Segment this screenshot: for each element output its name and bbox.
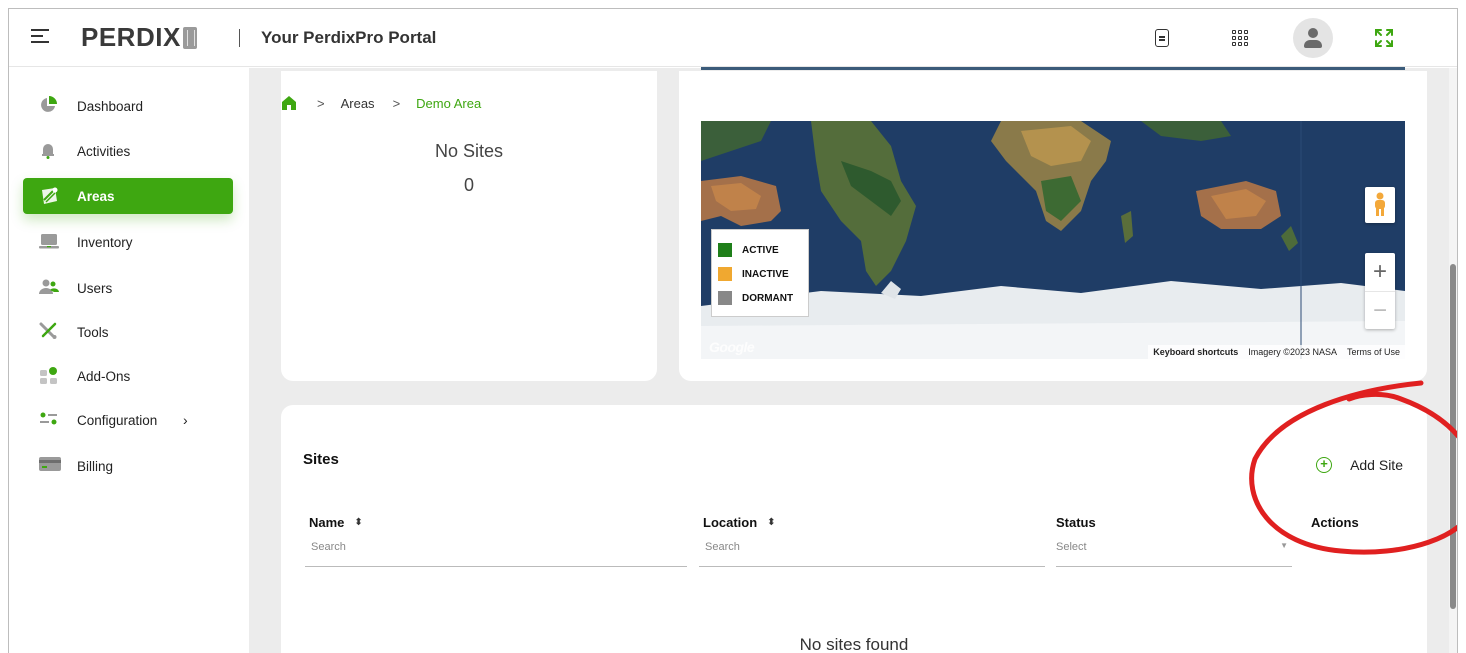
- terms-of-use-link[interactable]: Terms of Use: [1342, 347, 1405, 357]
- header-divider: [239, 29, 240, 47]
- sidebar-item-label: Inventory: [77, 234, 133, 250]
- tools-icon: [39, 322, 59, 342]
- bell-icon: [39, 141, 59, 161]
- column-label: Actions: [1311, 515, 1359, 530]
- chevron-right-icon: ›: [183, 412, 188, 428]
- users-icon: [39, 278, 59, 298]
- vertical-scrollbar[interactable]: [1449, 68, 1457, 653]
- street-view-pegman-icon[interactable]: [1365, 187, 1395, 223]
- home-icon[interactable]: [281, 95, 299, 111]
- map-zoom-control: + −: [1365, 253, 1395, 329]
- column-header-name[interactable]: Name ⬍: [309, 515, 363, 530]
- add-site-label: Add Site: [1350, 457, 1403, 473]
- sidebar-item-inventory[interactable]: Inventory: [23, 224, 233, 260]
- breadcrumb: > Areas > Demo Area: [281, 93, 481, 113]
- laptop-icon: [39, 232, 59, 252]
- sidebar-item-label: Activities: [77, 143, 131, 159]
- site-summary-card: No Sites 0: [281, 71, 657, 381]
- sidebar-item-label: Areas: [77, 188, 115, 204]
- world-map[interactable]: ACTIVE INACTIVE DORMANT + − Google Keybo…: [701, 121, 1405, 359]
- location-search-input[interactable]: Search: [699, 539, 1045, 567]
- legend-label: INACTIVE: [742, 268, 789, 280]
- sidebar-item-add-ons[interactable]: Add-Ons: [23, 358, 233, 394]
- column-label: Location: [703, 515, 758, 530]
- sidebar-item-label: Add-Ons: [77, 368, 131, 384]
- credit-card-icon: [39, 456, 61, 476]
- legend-label: DORMANT: [742, 292, 794, 304]
- google-logo: Google: [709, 339, 755, 355]
- column-header-status: Status: [1056, 515, 1096, 530]
- summary-count: 0: [463, 175, 474, 195]
- breadcrumb-separator-icon: >: [317, 95, 325, 111]
- sidebar-item-areas[interactable]: Areas: [23, 178, 233, 214]
- breadcrumb-separator-icon: >: [392, 95, 401, 111]
- legend-label: ACTIVE: [742, 244, 779, 256]
- user-avatar[interactable]: [1293, 18, 1333, 58]
- sort-icon[interactable]: ⬍: [354, 517, 362, 528]
- sidebar-item-label: Users: [77, 280, 113, 296]
- app-window: PERDIX Your PerdixPro Portal Dashboard A…: [8, 8, 1458, 653]
- map-card: ACTIVE INACTIVE DORMANT + − Google Keybo…: [679, 71, 1427, 381]
- summary-title: No Sites: [434, 141, 504, 161]
- add-circle-icon: +: [1316, 457, 1333, 473]
- legend-item-inactive: INACTIVE: [718, 262, 802, 286]
- sidebar-item-label: Tools: [77, 324, 109, 340]
- sidebar-item-label: Configuration: [77, 412, 158, 428]
- legend-swatch: [718, 291, 732, 305]
- legend-item-dormant: DORMANT: [718, 286, 802, 310]
- column-header-actions: Actions: [1311, 515, 1359, 530]
- dropdown-caret-icon: ▼: [1280, 541, 1288, 550]
- add-site-button[interactable]: + Add Site: [1316, 457, 1403, 473]
- map-legend: ACTIVE INACTIVE DORMANT: [711, 229, 809, 317]
- sidebar-item-billing[interactable]: Billing: [23, 448, 233, 484]
- pie-chart-icon: [39, 96, 59, 116]
- sidebar-item-dashboard[interactable]: Dashboard: [23, 88, 233, 124]
- sidebar-item-label: Billing: [77, 458, 114, 474]
- breadcrumb-areas[interactable]: Areas: [341, 96, 375, 111]
- map-footer: Keyboard shortcuts Imagery ©2023 NASA Te…: [1148, 345, 1405, 359]
- status-select-value: Select: [1056, 541, 1087, 553]
- name-search-input[interactable]: Search: [305, 539, 687, 567]
- add-ons-icon: [39, 366, 59, 386]
- legend-item-active: ACTIVE: [718, 238, 802, 262]
- menu-toggle-icon[interactable]: [31, 29, 49, 43]
- map-top-edge: [701, 67, 1405, 70]
- scrollbar-thumb[interactable]: [1450, 264, 1456, 609]
- column-header-location[interactable]: Location ⬍: [703, 515, 776, 530]
- sidebar: Dashboard Activities Areas Inventory Use…: [9, 68, 249, 653]
- brand-name: PERDIX: [81, 22, 181, 52]
- brand-badge-icon: [182, 26, 197, 49]
- sidebar-item-configuration[interactable]: Configuration ›: [23, 402, 233, 438]
- document-icon[interactable]: [1149, 25, 1175, 51]
- sidebar-item-tools[interactable]: Tools: [23, 314, 233, 350]
- imagery-credit: Imagery ©2023 NASA: [1248, 347, 1337, 357]
- sidebar-item-users[interactable]: Users: [23, 270, 233, 306]
- keyboard-shortcuts-link[interactable]: Keyboard shortcuts: [1148, 347, 1243, 357]
- brand-logo[interactable]: PERDIX: [81, 22, 197, 53]
- apps-grid-icon[interactable]: [1227, 25, 1253, 51]
- legend-swatch: [718, 243, 732, 257]
- zoom-out-button[interactable]: −: [1365, 291, 1395, 329]
- sidebar-item-label: Dashboard: [77, 98, 144, 114]
- column-label: Name: [309, 515, 345, 530]
- top-header: PERDIX Your PerdixPro Portal: [9, 9, 1457, 67]
- empty-state-message: No sites found: [799, 635, 909, 653]
- status-select[interactable]: Select ▼: [1056, 539, 1292, 567]
- zoom-in-button[interactable]: +: [1365, 253, 1395, 291]
- column-label: Status: [1056, 515, 1096, 530]
- sites-table-card: Sites + Add Site Name ⬍ Location ⬍ Statu…: [281, 405, 1427, 653]
- area-map-icon: [39, 186, 59, 206]
- sites-heading: Sites: [303, 451, 339, 468]
- fullscreen-icon[interactable]: [1371, 25, 1397, 51]
- sort-icon[interactable]: ⬍: [767, 517, 775, 528]
- sliders-icon: [39, 410, 59, 430]
- portal-title: Your PerdixPro Portal: [261, 28, 437, 47]
- legend-swatch: [718, 267, 732, 281]
- sidebar-item-activities[interactable]: Activities: [23, 133, 233, 169]
- breadcrumb-current: Demo Area: [416, 95, 482, 111]
